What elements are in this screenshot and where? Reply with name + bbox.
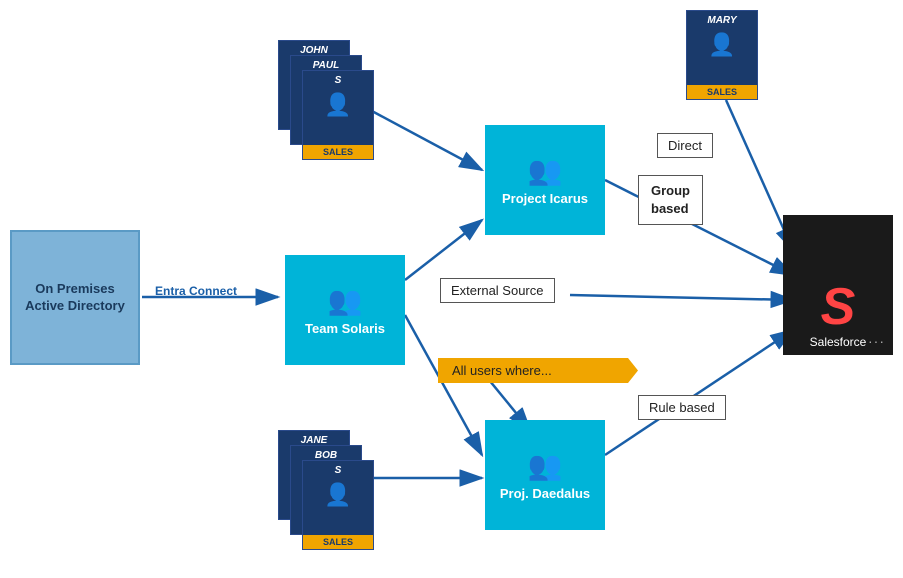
mary-sales-badge: SALES (687, 85, 757, 99)
group-based-label: Groupbased (638, 175, 703, 225)
mary-card: MARY 👤 SALES (686, 10, 758, 100)
s-card-top: S 👤 SALES (302, 70, 374, 160)
proj-daedalus-icon: 👥 (528, 449, 563, 482)
salesforce-menu-dots[interactable]: ··· (868, 333, 885, 349)
proj-daedalus-box: 👥 Proj. Daedalus (485, 420, 605, 530)
rule-badge: Rule (438, 348, 472, 361)
s-top-name: S (335, 75, 342, 86)
salesforce-label: Salesforce (810, 335, 867, 349)
project-icarus-label: Project Icarus (502, 191, 588, 206)
team-solaris-box: 👥 Team Solaris (285, 255, 405, 365)
rule-banner-text: All users where... (452, 363, 552, 378)
external-source-label: External Source (440, 278, 555, 303)
proj-daedalus-label: Proj. Daedalus (500, 486, 590, 501)
diagram-container: On Premises Active Directory Entra Conne… (0, 0, 903, 578)
mary-avatar: 👤 (708, 32, 735, 58)
top-sales-badge: SALES (303, 145, 373, 159)
entra-connect-label: Entra Connect (155, 284, 237, 298)
s-bottom-name: S (335, 465, 342, 476)
team-solaris-icon: 👥 (328, 284, 363, 317)
ad-box: On Premises Active Directory (10, 230, 140, 365)
team-solaris-label: Team Solaris (305, 321, 385, 336)
mary-name: MARY (707, 15, 736, 26)
salesforce-logo: S (821, 281, 856, 333)
s-bottom-avatar: 👤 (324, 482, 351, 508)
project-icarus-box: 👥 Project Icarus (485, 125, 605, 235)
bottom-sales-badge: SALES (303, 535, 373, 549)
direct-label: Direct (657, 133, 713, 158)
s-card-bottom: S 👤 SALES (302, 460, 374, 550)
salesforce-box: S Salesforce ··· (783, 215, 893, 355)
project-icarus-icon: 👥 (528, 154, 563, 187)
rule-banner: Rule All users where... (438, 358, 638, 383)
s-top-avatar: 👤 (324, 92, 351, 118)
ad-label: On Premises Active Directory (20, 281, 130, 315)
rule-based-label: Rule based (638, 395, 726, 420)
